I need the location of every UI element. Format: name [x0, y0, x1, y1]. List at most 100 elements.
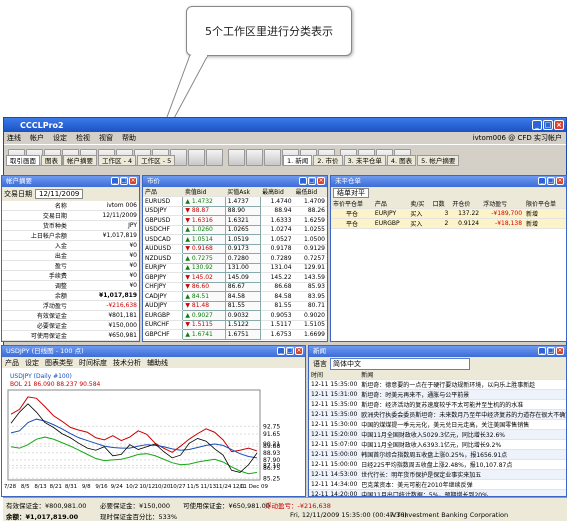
maximize-button[interactable]: □	[547, 347, 555, 355]
news-row[interactable]: 12-11 14:34:00 巴克莱资本：美元可能在2010年继续反弹	[309, 479, 566, 490]
table-row[interactable]: GBPUSD ▼ 1.6316 1.6321 1.6333 1.6259	[143, 215, 327, 226]
menu-item[interactable]: 检视	[76, 133, 90, 143]
close-button[interactable]: ×	[556, 177, 564, 185]
news-row[interactable]: 12-11 15:00:00 韩国首尔综合指数周五收盘上涨0.25%，报1656.…	[309, 449, 566, 460]
toolbar-button-icon[interactable]	[228, 149, 245, 166]
chart-menu-item[interactable]: 设定	[25, 358, 39, 368]
close-button[interactable]: ×	[317, 177, 325, 185]
workspace-tab[interactable]: 工作区 - 5	[137, 155, 176, 166]
bid-price[interactable]: ▼ 1.5115	[182, 319, 226, 330]
table-row[interactable]: NZDUSD ▲ 0.7275 0.7280 0.7289 0.7257	[143, 253, 327, 264]
chart-menu-item[interactable]: 技术分析	[113, 358, 141, 368]
close-position-button[interactable]: 平仓	[331, 208, 373, 219]
close-position-button[interactable]: 平仓	[331, 218, 373, 229]
news-row[interactable]: 12-11 14:53:00 世代行长：明年货币保护是保定业事实来加五	[309, 469, 566, 480]
ask-price[interactable]: 0.9173	[224, 243, 261, 254]
chart-menu-item[interactable]: 产品	[5, 358, 19, 368]
table-row[interactable]: GBPJPY ▼ 145.02 145.09 145.22 143.59	[143, 272, 327, 283]
close-button[interactable]: ×	[129, 177, 137, 185]
bid-price[interactable]: ▲ 1.0514	[182, 234, 226, 245]
chart-menu-item[interactable]: 时间标度	[79, 358, 107, 368]
menu-item[interactable]: 帮助	[122, 133, 136, 143]
news-row[interactable]: 12-11 15:00:00 日经225平均指数周五收盘上涨2.48%，报10,1…	[309, 459, 566, 470]
menu-item[interactable]: 设定	[53, 133, 67, 143]
tab-news[interactable]: 1. 新闻	[283, 155, 313, 166]
bid-price[interactable]: ▲ 130.92	[182, 262, 226, 273]
minimize-button[interactable]: _	[277, 347, 285, 355]
bid-price[interactable]: ▲ 84.51	[182, 291, 226, 302]
close-button[interactable]: ×	[295, 347, 303, 355]
table-row[interactable]: GBPCHF ▲ 1.6741 1.6751 1.6753 1.6699	[143, 329, 327, 340]
bid-price[interactable]: ▲ 0.9027	[182, 310, 226, 321]
news-row[interactable]: 12-11 15:35:00 斯坦奇：经济活动的复苏速度较乎不太可能并至生机的的水…	[309, 399, 566, 410]
toolbar-button-icon[interactable]	[188, 149, 205, 166]
workspace-tab[interactable]: 图表	[41, 155, 62, 166]
workspace-tab[interactable]: 工作区 - 4	[98, 155, 137, 166]
minimize-button[interactable]: _	[299, 177, 307, 185]
ask-price[interactable]: 84.58	[224, 291, 261, 302]
bid-price[interactable]: ▼ 1.6316	[182, 215, 226, 226]
maximize-button[interactable]: □	[286, 347, 294, 355]
ask-price[interactable]: 86.67	[224, 281, 261, 292]
table-row[interactable]: EURJPY ▲ 130.92 131.00 131.04 129.91	[143, 262, 327, 273]
ask-price[interactable]: 0.7280	[224, 253, 261, 264]
menu-item[interactable]: 帐户	[30, 133, 44, 143]
maximize-button[interactable]: □	[308, 177, 316, 185]
language-select[interactable]: 简体中文	[330, 357, 470, 370]
toolbar-button-icon[interactable]	[246, 149, 263, 166]
ask-price[interactable]: 81.55	[224, 300, 261, 311]
bid-price[interactable]: ▼ 86.60	[182, 281, 226, 292]
menu-item[interactable]: 连线	[7, 133, 21, 143]
bid-price[interactable]: ▲ 0.7275	[182, 253, 226, 264]
bid-price[interactable]: ▲ 1.6741	[182, 329, 226, 340]
close-button[interactable]: ×	[556, 347, 564, 355]
maximize-button[interactable]: □	[547, 177, 555, 185]
news-row[interactable]: 12-11 15:07:00 中国11月全国财政收入6393.1亿元，同比增长9.…	[309, 439, 566, 450]
ask-price[interactable]: 0.9032	[224, 310, 261, 321]
date-picker[interactable]: 12/11/2009	[35, 189, 84, 199]
toolbar-button-icon[interactable]	[206, 149, 223, 166]
table-row[interactable]: CHFJPY ▼ 86.60 86.67 86.68 85.93	[143, 281, 327, 292]
workspace-tab[interactable]: 帐户摘要	[63, 155, 97, 166]
table-row[interactable]: CADJPY ▲ 84.51 84.58 84.58 83.95	[143, 291, 327, 302]
menu-item[interactable]: 视窗	[99, 133, 113, 143]
table-row[interactable]: USDJPY ▼ 88.87 88.90 88.94 88.26	[143, 205, 327, 216]
minimize-button[interactable]: _	[532, 120, 542, 130]
close-button[interactable]: ×	[554, 120, 564, 130]
bid-price[interactable]: ▲ 1.4732	[182, 196, 226, 207]
bid-price[interactable]: ▲ 1.0260	[182, 224, 226, 235]
chart-menu-item[interactable]: 图表类型	[45, 358, 73, 368]
add-limit-button[interactable]: 新增	[524, 208, 566, 219]
tab-positions[interactable]: 3. 未平仓单	[343, 155, 386, 166]
chart-menu-item[interactable]: 辅助线	[147, 358, 168, 368]
table-row[interactable]: EURCHF ▼ 1.5115 1.5122 1.5117 1.5105	[143, 319, 327, 330]
ask-price[interactable]: 1.5122	[224, 319, 261, 330]
ask-price[interactable]: 131.00	[224, 262, 261, 273]
table-row[interactable]: USDCAD ▲ 1.0514 1.0519 1.0527 1.0500	[143, 234, 327, 245]
news-row[interactable]: 12-11 15:35:00 欧洲央行执委会委员斯坦奇：未来数月乃至年中经济复苏的…	[309, 409, 566, 420]
table-row[interactable]: EURGBP ▲ 0.9027 0.9032 0.9053 0.9020	[143, 310, 327, 321]
table-row[interactable]: AUDJPY ▼ 81.48 81.55 81.55 80.71	[143, 300, 327, 311]
ask-price[interactable]: 1.6321	[224, 215, 261, 226]
toolbar-button-icon[interactable]	[264, 149, 281, 166]
ask-price[interactable]: 1.0265	[224, 224, 261, 235]
ask-price[interactable]: 145.09	[224, 272, 261, 283]
ask-price[interactable]: 1.0519	[224, 234, 261, 245]
add-limit-button[interactable]: 新增	[524, 218, 566, 229]
maximize-button[interactable]: □	[543, 120, 553, 130]
ask-price[interactable]: 88.90	[224, 205, 261, 216]
news-row[interactable]: 12-11 15:20:00 中国11月全国财政收入5029.3亿元，同比增长32…	[309, 429, 566, 440]
table-row[interactable]: USDCHF ▲ 1.0260 1.0265 1.0274 1.0255	[143, 224, 327, 235]
bid-price[interactable]: ▼ 145.02	[182, 272, 226, 283]
tab-summary[interactable]: 5. 帐户摘要	[417, 155, 460, 166]
ask-price[interactable]: 1.4737	[224, 196, 261, 207]
maximize-button[interactable]: □	[120, 177, 128, 185]
minimize-button[interactable]: _	[538, 347, 546, 355]
news-row[interactable]: 12-11 15:31:00 斯坦奇：时美元再来不，通胀与公平前景	[309, 389, 566, 400]
news-row[interactable]: 12-11 14:20:00 中国11月出口统计数据：5%，预期增长到20%	[309, 489, 566, 496]
minimize-button[interactable]: _	[111, 177, 119, 185]
bid-price[interactable]: ▼ 81.48	[182, 300, 226, 311]
minimize-button[interactable]: _	[538, 177, 546, 185]
tab-chart[interactable]: 4. 图表	[386, 155, 417, 166]
bid-price[interactable]: ▼ 0.9168	[182, 243, 226, 254]
